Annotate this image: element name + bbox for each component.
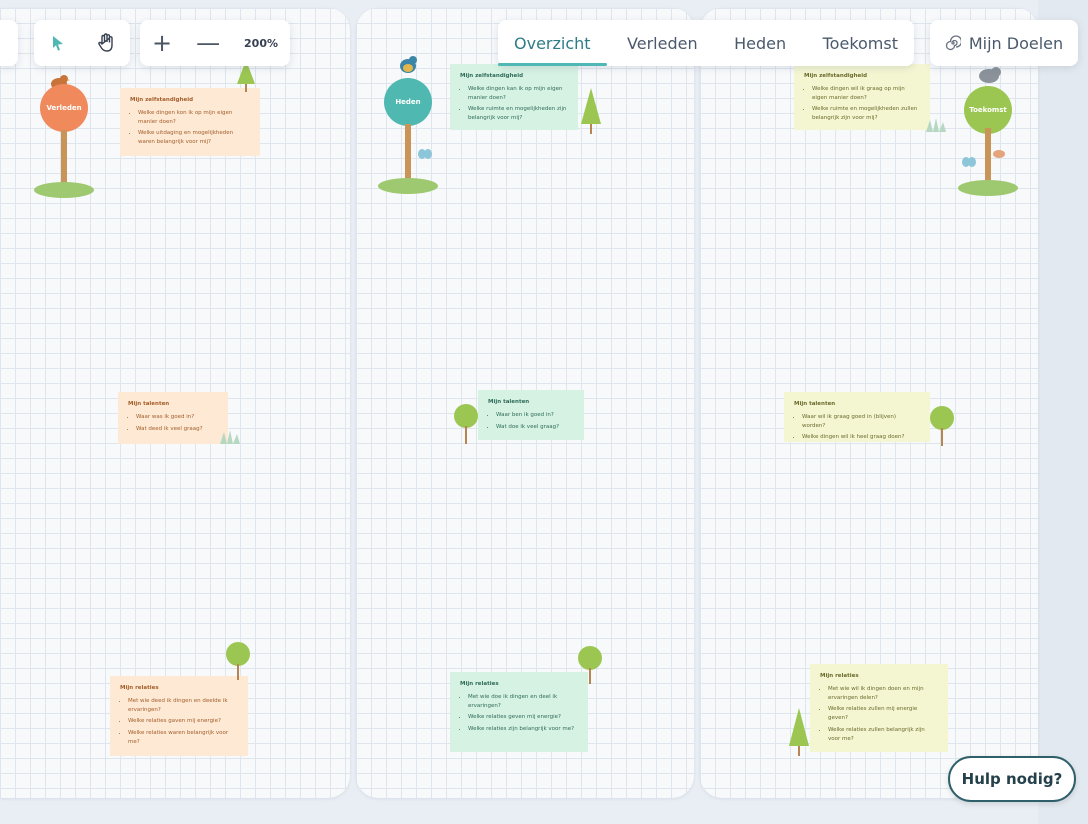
signpost-pole — [985, 128, 991, 188]
grass-base — [958, 180, 1018, 196]
hand-pan-icon — [98, 33, 113, 52]
collapsed-panel-tab[interactable] — [0, 20, 18, 66]
note-bullet: Wat doe ik veel graag? — [496, 423, 574, 432]
note-bullet: Welke dingen wil ik graag op mijn eigen … — [812, 85, 920, 103]
note-title: Mijn relaties — [460, 681, 499, 687]
select-cursor-icon — [53, 36, 63, 51]
note-bullet: Waar wil ik graag goed in (blijven) word… — [802, 413, 920, 431]
pan-tool-button[interactable] — [89, 26, 123, 60]
bird-icon — [400, 56, 417, 73]
note-bullet: Welke relaties geven mij energie? — [468, 713, 578, 722]
butterfly-icon — [418, 149, 432, 159]
note-toekomst-talenten[interactable]: Mijn talenten Waar wil ik graag goed in … — [784, 392, 930, 442]
note-title: Mijn zelfstandigheid — [804, 73, 868, 79]
note-toekomst-zelfstandigheid[interactable]: Mijn zelfstandigheid Welke dingen wil ik… — [794, 64, 930, 130]
tool-selector — [34, 20, 130, 66]
bird-icon — [979, 67, 1001, 83]
grass-base — [378, 178, 438, 194]
signpost-toekomst[interactable]: Toekomst — [948, 62, 1028, 202]
note-bullet: Welke relaties gaven mij energie? — [128, 717, 238, 726]
help-button[interactable]: Hulp nodig? — [948, 756, 1076, 802]
note-bullet: Welke ruimte en mogelijkheden zullen bel… — [812, 105, 920, 123]
note-title: Mijn relaties — [820, 673, 859, 679]
note-bullet: Met wie doe ik dingen en deel ik ervarin… — [468, 693, 578, 711]
note-title: Mijn talenten — [128, 401, 170, 407]
signpost-heden-label: Heden — [384, 78, 432, 126]
my-goals-label: Mijn Doelen — [968, 33, 1064, 53]
round-tree-icon — [226, 642, 250, 680]
pine-tree-icon — [789, 708, 809, 756]
note-bullet: Welke ruimte en mogelijkheden zijn belan… — [468, 105, 568, 123]
butterfly-icon — [962, 157, 976, 167]
note-title: Mijn talenten — [488, 399, 530, 405]
note-bullet: Welke relaties waren belangrijk voor me? — [128, 729, 238, 747]
tab-toekomst[interactable]: Toekomst — [821, 22, 900, 65]
note-bullet: Wat deed ik veel graag? — [136, 425, 218, 434]
signpost-heden[interactable]: Heden — [368, 52, 448, 194]
tab-heden[interactable]: Heden — [732, 22, 788, 65]
note-bullet: Waar was ik goed in? — [136, 413, 218, 422]
tab-overzicht[interactable]: Overzicht — [498, 22, 607, 66]
bird-small-icon — [993, 150, 1005, 158]
note-bullet: Waar ben ik goed in? — [496, 411, 574, 420]
signpost-toekomst-label: Toekomst — [964, 86, 1012, 134]
round-tree-icon — [578, 646, 602, 684]
select-tool-button[interactable] — [41, 26, 75, 60]
grass-tuft-icon — [926, 118, 946, 132]
round-tree-icon — [930, 406, 954, 446]
note-verleden-talenten[interactable]: Mijn talenten Waar was ik goed in? Wat d… — [118, 392, 228, 444]
note-bullet: Welke dingen kon ik op mijn eigen manier… — [138, 109, 250, 127]
note-bullet: Met wie wil ik dingen doen en mijn ervar… — [828, 685, 938, 703]
note-bullet: Welke relaties zullen mij energie geven? — [828, 705, 938, 723]
zoom-controls: + — 200% — [140, 20, 290, 66]
zoom-in-button[interactable]: + — [152, 31, 172, 55]
canvas-edge — [1038, 0, 1088, 824]
note-bullet: Welke dingen kan ik op mijn eigen manier… — [468, 85, 568, 103]
view-tabs: Overzicht Verleden Heden Toekomst — [498, 20, 914, 66]
note-title: Mijn zelfstandigheid — [130, 97, 194, 103]
note-verleden-relaties[interactable]: Mijn relaties Met wie deed ik dingen en … — [110, 676, 248, 756]
signpost-verleden[interactable]: Verleden — [24, 64, 104, 204]
signpost-pole — [61, 130, 67, 190]
spiral-icon — [945, 35, 961, 51]
note-heden-zelfstandigheid[interactable]: Mijn zelfstandigheid Welke dingen kan ik… — [450, 64, 578, 130]
zoom-out-button[interactable]: — — [196, 31, 220, 55]
signpost-pole — [405, 124, 411, 184]
pine-tree-icon — [581, 88, 601, 134]
note-title: Mijn zelfstandigheid — [460, 73, 524, 79]
note-bullet: Welke relaties zullen belangrijk zijn vo… — [828, 726, 938, 744]
tab-verleden[interactable]: Verleden — [625, 22, 700, 65]
note-heden-talenten[interactable]: Mijn talenten Waar ben ik goed in? Wat d… — [478, 390, 584, 440]
note-heden-relaties[interactable]: Mijn relaties Met wie doe ik dingen en d… — [450, 672, 588, 752]
note-bullet: Welke dingen wil ik heel graag doen? — [802, 433, 920, 442]
my-goals-button[interactable]: Mijn Doelen — [930, 20, 1078, 66]
note-title: Mijn relaties — [120, 685, 159, 691]
zoom-level: 200% — [244, 36, 279, 50]
note-title: Mijn talenten — [794, 401, 836, 407]
grass-base — [34, 182, 94, 198]
signpost-verleden-label: Verleden — [40, 84, 88, 132]
round-tree-icon — [454, 404, 478, 444]
note-verleden-zelfstandigheid[interactable]: Mijn zelfstandigheid Welke dingen kon ik… — [120, 88, 260, 156]
note-bullet: Welke uitdaging en mogelijkheden waren b… — [138, 129, 250, 147]
note-bullet: Met wie deed ik dingen en deelde ik erva… — [128, 697, 238, 715]
grass-tuft-icon — [220, 430, 240, 444]
note-toekomst-relaties[interactable]: Mijn relaties Met wie wil ik dingen doen… — [810, 664, 948, 752]
note-bullet: Welke relaties zijn belangrijk voor me? — [468, 725, 578, 734]
